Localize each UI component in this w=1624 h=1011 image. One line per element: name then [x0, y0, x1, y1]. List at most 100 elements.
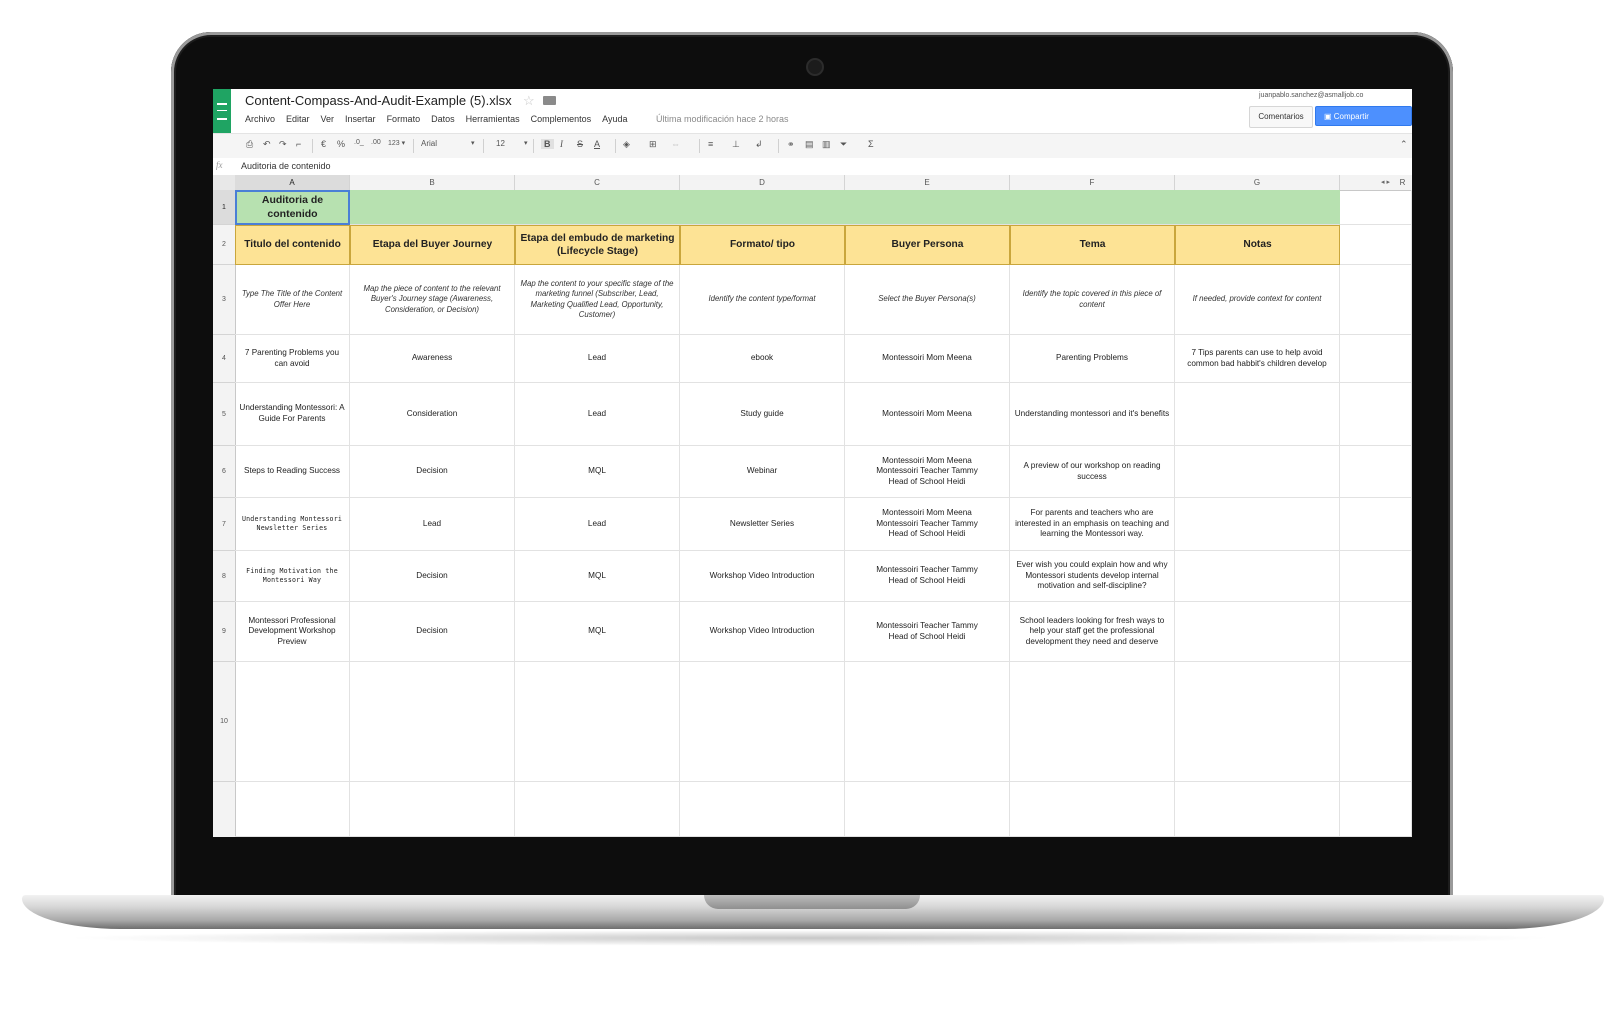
cell-b5[interactable]: Consideration [350, 383, 515, 446]
cell-g7[interactable] [1175, 498, 1340, 551]
cell-a7[interactable]: Understanding Montessori Newsletter Seri… [235, 498, 350, 551]
cell-empty[interactable] [1340, 782, 1412, 837]
cell-g5[interactable] [1175, 383, 1340, 446]
cell-empty[interactable] [1340, 498, 1412, 551]
cell-b8[interactable]: Decision [350, 551, 515, 602]
chevron-down-icon[interactable]: ▾ [471, 139, 475, 147]
cell-empty[interactable] [1340, 265, 1412, 335]
menu-item-archivo[interactable]: Archivo [245, 114, 275, 124]
cell-a1-selected[interactable]: Auditoria de contenido [235, 190, 350, 225]
chevron-down-icon[interactable]: ▾ [524, 139, 528, 147]
fill-color-icon[interactable]: ◈ [623, 139, 630, 150]
menu-item-ayuda[interactable]: Ayuda [602, 114, 627, 124]
cell-b4[interactable]: Awareness [350, 335, 515, 383]
cell-empty[interactable] [1340, 551, 1412, 602]
cell-e7[interactable]: Montessoiri Mom Meena Montessoiri Teache… [845, 498, 1010, 551]
cell-f4[interactable]: Parenting Problems [1010, 335, 1175, 383]
star-icon[interactable]: ☆ [523, 93, 535, 109]
italic-button[interactable]: I [560, 139, 563, 149]
row-header-10[interactable]: 10 [213, 662, 235, 782]
row-header-4[interactable]: 4 [213, 335, 235, 383]
comment-icon[interactable]: ▤ [805, 139, 814, 150]
column-header-r[interactable]: R [1393, 175, 1412, 190]
cell-b9[interactable]: Decision [350, 602, 515, 662]
column-header-a[interactable]: A [235, 175, 350, 190]
bold-button[interactable]: B [541, 139, 554, 149]
cell-c9[interactable]: MQL [515, 602, 680, 662]
hint-cell-e[interactable]: Select the Buyer Persona(s) [845, 265, 1010, 335]
cell-d11[interactable] [680, 782, 845, 837]
cell-e10[interactable] [845, 662, 1010, 782]
cell-e5[interactable]: Montessoiri Mom Meena [845, 383, 1010, 446]
cell-c10[interactable] [515, 662, 680, 782]
header-cell-a[interactable]: Titulo del contenido [235, 225, 350, 265]
menu-item-herramientas[interactable]: Herramientas [466, 114, 520, 124]
header-cell-f[interactable]: Tema [1010, 225, 1175, 265]
document-title[interactable]: Content-Compass-And-Audit-Example (5).xl… [245, 93, 512, 108]
cell-d9[interactable]: Workshop Video Introduction [680, 602, 845, 662]
cell-a8[interactable]: Finding Motivation the Montessori Way [235, 551, 350, 602]
function-button[interactable]: Σ [868, 139, 874, 149]
print-icon[interactable]: ⎙ [246, 139, 253, 150]
user-email[interactable]: juanpablo.sanchez@asmalljob.co [1259, 92, 1363, 99]
cell-g9[interactable] [1175, 602, 1340, 662]
text-color-button[interactable]: A [594, 139, 600, 149]
column-header-b[interactable]: B [350, 175, 515, 190]
cell-empty[interactable] [1340, 225, 1412, 265]
cell-d6[interactable]: Webinar [680, 446, 845, 498]
cell-c11[interactable] [515, 782, 680, 837]
cell-b11[interactable] [350, 782, 515, 837]
column-header-f[interactable]: F [1010, 175, 1175, 190]
cell-f7[interactable]: For parents and teachers who are interes… [1010, 498, 1175, 551]
column-header-e[interactable]: E [845, 175, 1010, 190]
hint-cell-c[interactable]: Map the content to your specific stage o… [515, 265, 680, 335]
row-header-5[interactable]: 5 [213, 383, 235, 446]
cell-a6[interactable]: Steps to Reading Success [235, 446, 350, 498]
chart-icon[interactable]: ▥ [822, 139, 831, 150]
cell-g8[interactable] [1175, 551, 1340, 602]
cell-empty[interactable] [1340, 602, 1412, 662]
row-header-9[interactable]: 9 [213, 602, 235, 662]
menu-item-editar[interactable]: Editar [286, 114, 310, 124]
cell-c7[interactable]: Lead [515, 498, 680, 551]
column-header-g[interactable]: G [1175, 175, 1340, 190]
font-dropdown[interactable]: Arial [421, 139, 437, 148]
row-header-7[interactable]: 7 [213, 498, 235, 551]
scroll-columns-icon[interactable]: ◂ ▸ [1381, 175, 1390, 190]
row-header-6[interactable]: 6 [213, 446, 235, 498]
cell-b6[interactable]: Decision [350, 446, 515, 498]
number-format-dropdown[interactable]: 123 ▾ [388, 139, 405, 147]
select-all-corner[interactable] [213, 175, 236, 190]
cell-d10[interactable] [680, 662, 845, 782]
sheets-logo-icon[interactable] [213, 89, 231, 133]
decrease-decimal-button[interactable]: .0_ [354, 139, 364, 146]
header-cell-g[interactable]: Notas [1175, 225, 1340, 265]
share-button[interactable]: ▣ Compartir [1315, 106, 1412, 126]
cell-empty[interactable] [1340, 335, 1412, 383]
menu-item-ver[interactable]: Ver [321, 114, 335, 124]
currency-button[interactable]: € [321, 139, 326, 149]
header-band-row-1[interactable] [350, 190, 1340, 225]
undo-icon[interactable]: ↶ [263, 139, 271, 150]
cell-d5[interactable]: Study guide [680, 383, 845, 446]
hint-cell-g[interactable]: If needed, provide context for content [1175, 265, 1340, 335]
increase-decimal-button[interactable]: .00 [371, 139, 381, 146]
cell-f11[interactable] [1010, 782, 1175, 837]
cell-c4[interactable]: Lead [515, 335, 680, 383]
font-size-dropdown[interactable]: 12 [496, 139, 505, 148]
cell-g11[interactable] [1175, 782, 1340, 837]
cell-empty[interactable] [1340, 446, 1412, 498]
cell-e4[interactable]: Montessoiri Mom Meena [845, 335, 1010, 383]
header-cell-c[interactable]: Etapa del embudo de marketing (Lifecycle… [515, 225, 680, 265]
hint-cell-d[interactable]: Identify the content type/format [680, 265, 845, 335]
merge-cells-icon[interactable]: ⇔ [671, 139, 680, 149]
cell-b7[interactable]: Lead [350, 498, 515, 551]
cell-b10[interactable] [350, 662, 515, 782]
cell-f5[interactable]: Understanding montessori and it's benefi… [1010, 383, 1175, 446]
cell-g6[interactable] [1175, 446, 1340, 498]
cell-e11[interactable] [845, 782, 1010, 837]
cell-g4[interactable]: 7 Tips parents can use to help avoid com… [1175, 335, 1340, 383]
cell-a10[interactable] [235, 662, 350, 782]
align-vertical-icon[interactable]: ⊥ [732, 139, 740, 150]
filter-icon[interactable]: ⏷ [840, 139, 847, 150]
